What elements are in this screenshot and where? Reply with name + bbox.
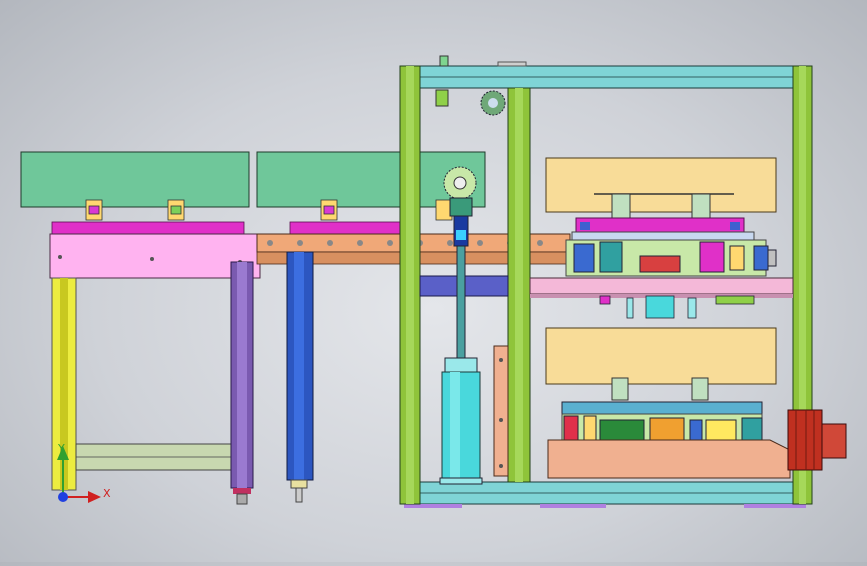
- cad-viewport[interactable]: Y X: [0, 0, 867, 562]
- pink-table-top: [49, 233, 261, 279]
- cream-plate-lower: [545, 327, 777, 385]
- magenta-strip-left: [51, 221, 245, 235]
- tray-plate-left: [20, 151, 250, 208]
- sensor-row: [599, 295, 755, 319]
- left-tray-section: [20, 151, 571, 505]
- magenta-strip-mid: [289, 221, 401, 235]
- salmon-base: [547, 439, 791, 479]
- assembly-drawing: Y X: [20, 55, 847, 508]
- axis-x-label: X: [103, 487, 111, 500]
- axis-y-label: Y: [57, 442, 65, 455]
- cream-plate-upper: [545, 157, 777, 213]
- middle-shelf-right: [529, 277, 794, 295]
- pneumatic-cylinder: [441, 371, 481, 483]
- side-plate: [493, 345, 509, 477]
- motor-icon: [787, 409, 847, 471]
